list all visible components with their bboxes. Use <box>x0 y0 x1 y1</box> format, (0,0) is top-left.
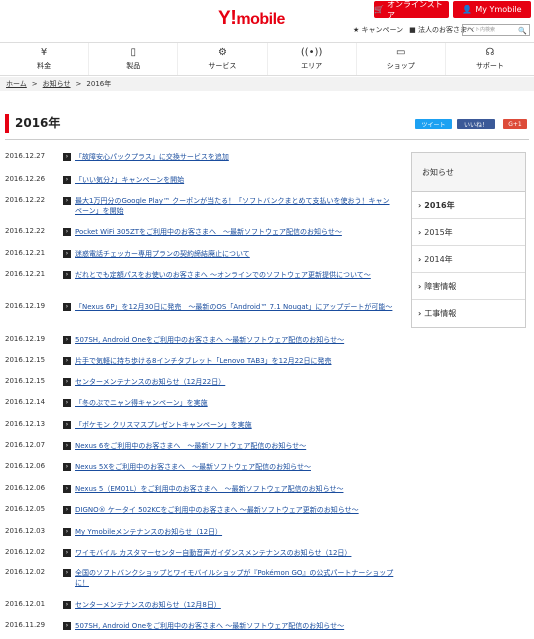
sidebar-heading: お知らせ <box>412 153 525 192</box>
gear-icon: ⚙ <box>217 47 227 58</box>
chevron-right-icon: › <box>418 228 422 237</box>
sidebar-item-2016[interactable]: › 2016年 <box>412 192 525 219</box>
site-search-input[interactable]: サイト内検索 🔍 <box>462 24 530 36</box>
arrow-icon: › <box>63 176 71 184</box>
online-store-label: オンラインストア <box>386 0 443 20</box>
my-ymobile-label: My Ymobile <box>475 5 522 14</box>
arrow-icon: › <box>63 506 71 514</box>
nav-item-support[interactable]: ☊ サポート <box>446 43 534 75</box>
news-link[interactable]: 「Nexus 6P」を12月30日に発売 ～最新のOS「Android™ 7.1… <box>75 302 395 312</box>
news-link[interactable]: DIGNO® ケータイ 502KCをご利用中のお客さまへ ～最新ソフトウェア更新… <box>75 505 395 515</box>
nav-item-shop[interactable]: ▭ ショップ <box>357 43 446 75</box>
news-link[interactable]: Nexus 6をご利用中のお客さまへ ～最新ソフトウェア配信のお知らせ～ <box>75 441 395 451</box>
antenna-icon: ((•)) <box>300 47 323 58</box>
online-store-button[interactable]: 🛒 オンラインストア <box>374 0 449 20</box>
arrow-icon: › <box>63 601 71 609</box>
arrow-icon: › <box>63 153 71 161</box>
tweet-button[interactable]: ツイート <box>415 119 452 129</box>
news-link[interactable]: 全国のソフトバンクショップとワイモバイルショップが『Pokémon GO』の公式… <box>75 568 395 588</box>
news-link[interactable]: 「冬のぷでニャン得キャンペーン」を実施 <box>75 398 395 408</box>
arrow-icon: › <box>63 549 71 557</box>
breadcrumb-home[interactable]: ホーム <box>6 80 27 88</box>
news-link[interactable]: センターメンテナンスのお知らせ（12月22日） <box>75 377 395 387</box>
news-link[interactable]: 最大1万円分のGoogle Play™ クーポンが当たる！「ソフトバンクまとめて… <box>75 196 395 216</box>
chevron-right-icon: › <box>418 201 422 210</box>
arrow-icon: › <box>63 528 71 536</box>
shop-icon: ▭ <box>396 47 406 58</box>
arrow-icon: › <box>63 442 71 450</box>
chevron-right-icon: › <box>418 255 422 264</box>
yen-icon: ¥ <box>40 47 48 58</box>
breadcrumb: ホーム > お知らせ >2016年 <box>0 77 534 91</box>
news-link[interactable]: 「故障安心パックプラス」に交換サービスを追加 <box>75 152 395 162</box>
sidebar-item-2015[interactable]: › 2015年 <box>412 219 525 246</box>
site-header: Y!mobile 🛒 オンラインストア 👤 My Ymobile ★ キャンペー… <box>0 0 534 40</box>
headset-icon: ☊ <box>485 47 495 58</box>
phone-icon: ▯ <box>130 47 137 58</box>
news-link[interactable]: 「いい気分♪」キャンペーンを開始 <box>75 175 395 185</box>
arrow-icon: › <box>63 357 71 365</box>
star-icon: ★ <box>353 26 360 34</box>
title-divider <box>5 139 529 140</box>
chevron-right-icon: › <box>418 282 422 291</box>
news-link[interactable]: 507SH, Android Oneをご利用中のお客さまへ ～最新ソフトウェア配… <box>75 335 395 345</box>
cart-icon: 🛒 <box>374 5 384 14</box>
news-link[interactable]: 片手で気軽に持ち歩ける8インチタブレット「Lenovo TAB3」を12月22日… <box>75 356 395 366</box>
nav-item-services[interactable]: ⚙ サービス <box>178 43 268 75</box>
news-link[interactable]: 迷惑電話チェッカー専用プランの契約締結廃止について <box>75 249 395 259</box>
news-link[interactable]: ワイモバイル カスタマーセンター自動音声ガイダンスメンテナンスのお知らせ（12日… <box>75 548 395 558</box>
arrow-icon: › <box>63 421 71 429</box>
arrow-icon: › <box>63 378 71 386</box>
arrow-icon: › <box>63 228 71 236</box>
sidebar-item-2014[interactable]: › 2014年 <box>412 246 525 273</box>
like-button[interactable]: いいね！ <box>457 119 495 129</box>
news-link[interactable]: Nexus 5（EM01L）をご利用中のお客さまへ ～最新ソフトウェア配信のお知… <box>75 484 395 494</box>
user-icon: 👤 <box>462 5 473 14</box>
breadcrumb-separator: > <box>31 80 38 88</box>
arrow-icon: › <box>63 197 71 205</box>
search-icon[interactable]: 🔍 <box>518 26 527 36</box>
news-link[interactable]: 「ポケモン クリスマスプレゼントキャンペーン」を実施 <box>75 420 395 430</box>
news-link[interactable]: My Ymobileメンテナンスのお知らせ（12日） <box>75 527 395 537</box>
sidebar-item-outage[interactable]: › 障害情報 <box>412 273 525 300</box>
nav-item-products[interactable]: ▯ 製品 <box>89 43 179 75</box>
breadcrumb-current: 2016年 <box>86 80 112 88</box>
news-link[interactable]: Pocket WiFi 305ZTをご利用中のお客さまへ ～最新ソフトウェア配信… <box>75 227 395 237</box>
chevron-right-icon: › <box>418 309 422 318</box>
breadcrumb-notices[interactable]: お知らせ <box>43 80 71 88</box>
arrow-icon: › <box>63 569 71 577</box>
news-link[interactable]: センターメンテナンスのお知らせ（12月8日） <box>75 600 395 610</box>
nav-item-price[interactable]: ¥ 料金 <box>0 43 90 75</box>
arrow-icon: › <box>63 622 71 630</box>
ymobile-logo[interactable]: Y!mobile <box>218 7 285 30</box>
logo-mobile: mobile <box>236 11 285 28</box>
campaign-link[interactable]: ★ キャンペーン <box>353 25 403 35</box>
arrow-icon: › <box>63 399 71 407</box>
arrow-icon: › <box>63 485 71 493</box>
arrow-icon: › <box>63 303 71 311</box>
page-title: 2016年 <box>5 114 60 133</box>
arrow-icon: › <box>63 250 71 258</box>
nav-item-area[interactable]: ((•)) エリア <box>268 43 357 75</box>
breadcrumb-separator: > <box>75 80 82 88</box>
sidebar-nav: お知らせ › 2016年 › 2015年 › 2014年 › 障害情報 › 工事情報 <box>411 152 526 328</box>
arrow-icon: › <box>63 463 71 471</box>
global-nav: ¥ 料金 ▯ 製品 ⚙ サービス ((•)) エリア ▭ ショップ ☊ サポート <box>0 42 534 76</box>
logo-y: Y <box>218 8 231 29</box>
gplus-button[interactable]: G+1 <box>503 119 527 129</box>
my-ymobile-button[interactable]: 👤 My Ymobile <box>453 1 531 18</box>
arrow-icon: › <box>63 271 71 279</box>
arrow-icon: › <box>63 336 71 344</box>
news-link[interactable]: 507SH, Android Oneをご利用中のお客さまへ ～最新ソフトウェア配… <box>75 621 395 631</box>
news-link[interactable]: だれとでも定額パスをお使いのお客さまへ ～オンラインでのソフトウェア更新提供につ… <box>75 270 395 280</box>
sidebar-item-maintenance[interactable]: › 工事情報 <box>412 300 525 327</box>
news-link[interactable]: Nexus 5Xをご利用中のお客さまへ ～最新ソフトウェア配信のお知らせ～ <box>75 462 395 472</box>
building-icon: ■ <box>409 26 416 34</box>
header-sub-links: ★ キャンペーン ■ 法人のお客さまへ <box>353 25 474 35</box>
